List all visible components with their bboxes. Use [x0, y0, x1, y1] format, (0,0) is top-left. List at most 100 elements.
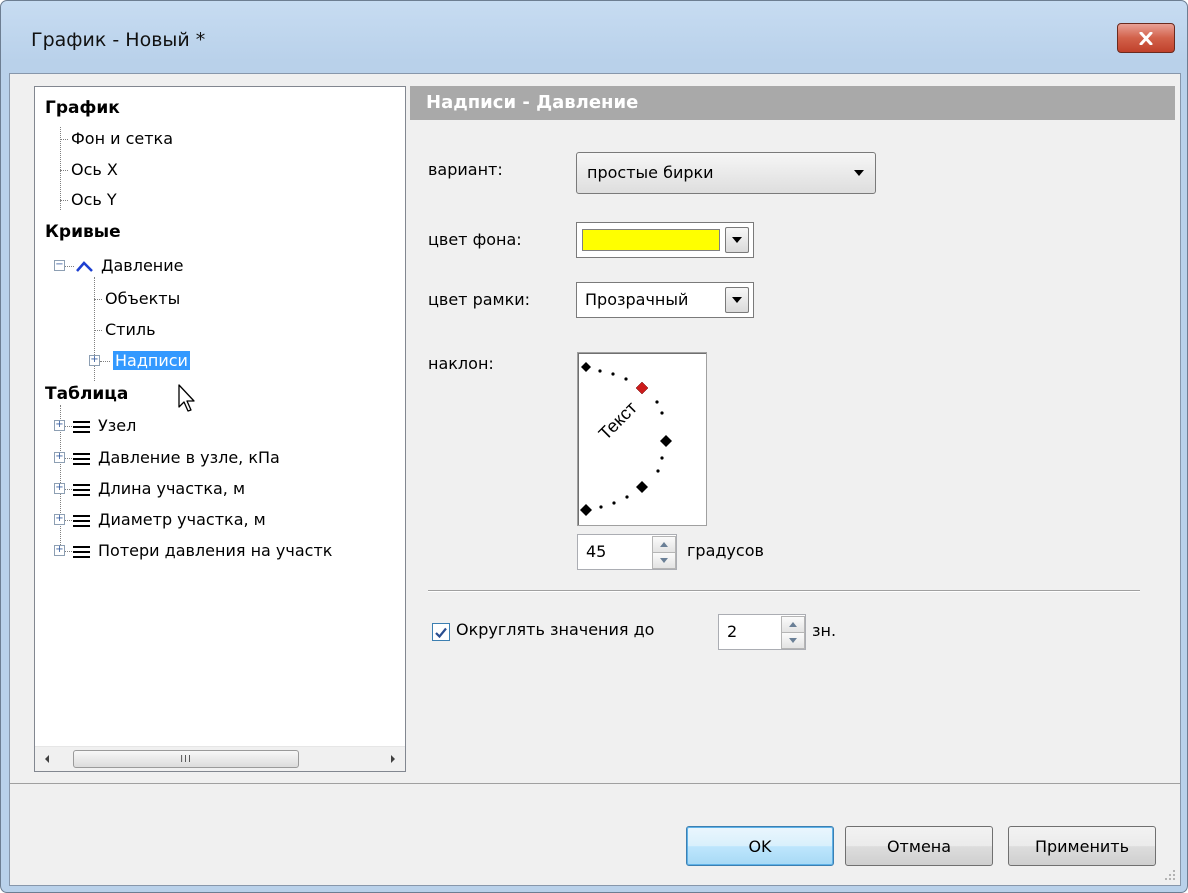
tree-item-curves[interactable]: Кривые — [43, 217, 123, 247]
title-bar[interactable]: График - Новый * — [1, 1, 1187, 73]
arrow-down-icon — [789, 638, 797, 643]
rounding-increment-button[interactable] — [781, 616, 805, 633]
tree-connector — [64, 489, 72, 490]
tree-item-label: Потери давления на участк — [98, 541, 333, 560]
chevron-down-icon — [854, 170, 864, 176]
window-title: График - Новый * — [31, 29, 206, 51]
variant-value: простые бирки — [587, 163, 714, 182]
section-header-title: Надписи - Давление — [426, 92, 639, 113]
tree-horizontal-scrollbar[interactable]: III — [35, 746, 405, 771]
ok-button[interactable]: OK — [686, 826, 834, 866]
rounding-checkbox[interactable] — [432, 623, 450, 641]
dialog-window: График - Новый * − + + + + + + График Фо… — [0, 0, 1188, 893]
tree-connector — [60, 170, 68, 171]
arrow-down-icon — [660, 558, 668, 563]
tree-connector — [64, 458, 72, 459]
tree-item-node[interactable]: Узел — [73, 411, 138, 441]
close-icon — [1139, 31, 1153, 45]
tree-connector — [94, 299, 102, 300]
footer-separator — [10, 783, 1180, 784]
chevron-down-icon — [732, 237, 742, 243]
rounding-label[interactable]: Округлять значения до — [456, 620, 654, 639]
arrow-left-icon — [45, 755, 49, 763]
tilt-sample-text: Текст — [595, 398, 641, 444]
tree-item-label: Давление в узле, кПа — [98, 448, 280, 467]
expand-toggle[interactable]: + — [54, 483, 65, 494]
tilt-increment-button[interactable] — [652, 536, 676, 553]
apply-button[interactable]: Применить — [1008, 826, 1156, 866]
variant-dropdown[interactable]: простые бирки — [576, 152, 876, 194]
tree-item-label: Таблица — [45, 384, 129, 404]
tree-item-table[interactable]: Таблица — [43, 379, 130, 409]
tree-item-label: Давление — [101, 256, 184, 275]
checkmark-icon — [435, 627, 447, 638]
tilt-preview: Текст — [580, 362, 672, 516]
tree-item-style[interactable]: Стиль — [103, 315, 158, 345]
rounding-digits-input[interactable]: 2 — [718, 614, 806, 650]
tree-item-label: Узел — [98, 416, 137, 435]
rounding-digits-value: 2 — [727, 622, 738, 641]
mouse-cursor-icon — [178, 384, 195, 412]
tree-connector — [94, 330, 102, 331]
curve-icon — [76, 260, 93, 272]
tree-connector — [64, 520, 72, 521]
tree-item-segment-length[interactable]: Длина участка, м — [73, 474, 247, 504]
bg-color-swatch — [582, 229, 720, 251]
tree-item-background-grid[interactable]: Фон и сетка — [69, 124, 175, 154]
tree-item-label: Фон и сетка — [71, 129, 174, 148]
tilt-degrees-value: 45 — [586, 542, 607, 561]
resize-grip-icon[interactable] — [1164, 869, 1176, 881]
settings-tree[interactable]: − + + + + + + График Фон и сетка Ось X О… — [34, 86, 406, 772]
dialog-client-area: − + + + + + + График Фон и сетка Ось X О… — [9, 73, 1181, 886]
tree-item-objects[interactable]: Объекты — [103, 284, 182, 314]
close-button[interactable] — [1117, 23, 1175, 53]
bg-color-label: цвет фона: — [428, 230, 522, 249]
arrow-right-icon — [391, 755, 395, 763]
tilt-decrement-button[interactable] — [652, 552, 676, 569]
collapse-toggle[interactable]: − — [54, 260, 65, 271]
scroll-thumb-grip: III — [180, 753, 192, 765]
tree-item-label: Стиль — [105, 320, 156, 339]
bg-color-picker[interactable] — [576, 222, 754, 258]
tree-item-chart[interactable]: График — [43, 93, 122, 123]
arrow-up-icon — [660, 542, 668, 547]
expand-toggle[interactable]: + — [54, 452, 65, 463]
tree-item-labels[interactable]: Надписи — [113, 346, 190, 376]
scroll-right-button[interactable] — [381, 747, 405, 771]
border-color-dropdown-button[interactable] — [725, 287, 749, 313]
tree-item-axis-x[interactable]: Ось X — [69, 155, 120, 185]
tree-item-node-pressure[interactable]: Давление в узле, кПа — [73, 443, 282, 473]
tree-item-label: Кривые — [45, 222, 121, 242]
arrow-up-icon — [789, 622, 797, 627]
bg-color-dropdown-button[interactable] — [725, 227, 749, 253]
expand-toggle[interactable]: + — [54, 545, 65, 556]
tree-item-label: Надписи — [113, 351, 190, 370]
section-header: Надписи - Давление — [410, 86, 1175, 120]
tree-item-label: Диаметр участка, м — [98, 510, 266, 529]
column-icon — [73, 543, 90, 561]
tree-item-pressure-loss[interactable]: Потери давления на участк — [73, 536, 334, 566]
tree-connector — [100, 361, 110, 362]
expand-toggle[interactable]: + — [89, 355, 100, 366]
tilt-angle-selector[interactable]: Текст — [577, 352, 707, 526]
tree-item-segment-diameter[interactable]: Диаметр участка, м — [73, 505, 268, 535]
tilt-label: наклон: — [428, 354, 494, 373]
tilt-degrees-input[interactable]: 45 — [577, 534, 677, 570]
scroll-thumb[interactable]: III — [73, 750, 299, 768]
column-icon — [73, 481, 90, 499]
border-color-picker[interactable]: Прозрачный — [576, 282, 754, 318]
tree-item-pressure[interactable]: Давление — [75, 251, 186, 281]
tree-item-label: График — [45, 98, 120, 118]
tree-connector — [60, 200, 68, 201]
border-color-value: Прозрачный — [585, 290, 689, 309]
tilt-unit-label: градусов — [687, 541, 764, 560]
scroll-left-button[interactable] — [35, 747, 59, 771]
tree-item-axis-y[interactable]: Ось Y — [69, 185, 119, 215]
section-separator — [428, 590, 1140, 592]
tree-item-label: Длина участка, м — [98, 479, 246, 498]
expand-toggle[interactable]: + — [54, 514, 65, 525]
expand-toggle[interactable]: + — [54, 420, 65, 431]
rounding-decrement-button[interactable] — [781, 632, 805, 649]
tree-item-label: Объекты — [105, 289, 181, 308]
cancel-button[interactable]: Отмена — [845, 826, 993, 866]
